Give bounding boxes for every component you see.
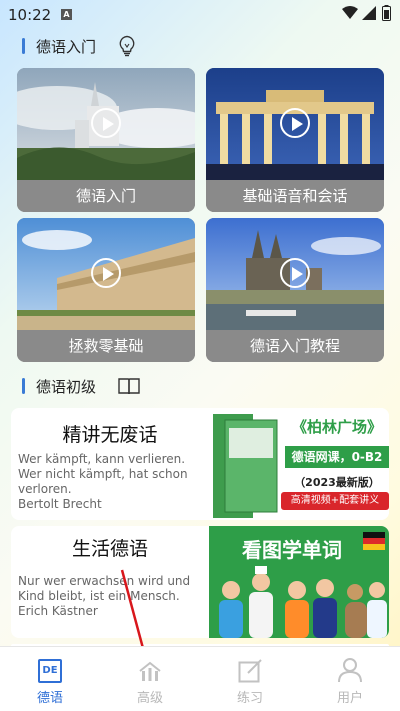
wifi-icon bbox=[342, 6, 358, 19]
battery-icon bbox=[382, 5, 391, 21]
quote-line: Nur wer erwachsen wird und bbox=[18, 574, 191, 588]
course-card-intro[interactable]: 德语入门 bbox=[17, 68, 195, 212]
nav-label: 练习 bbox=[236, 691, 263, 706]
quote-author: Bertolt Brecht bbox=[18, 497, 102, 511]
thumb-year: （2023最新版） bbox=[294, 476, 380, 489]
thumb-title: 《柏林广场》 bbox=[291, 418, 382, 436]
section-header-basic: 德语初级 bbox=[22, 376, 140, 396]
signal-icon bbox=[362, 6, 376, 20]
section-title: 德语初级 bbox=[36, 377, 97, 396]
thumb-title: 看图学单词 bbox=[242, 538, 342, 562]
section-accent-bar bbox=[22, 378, 25, 394]
characters-illustration bbox=[219, 566, 387, 638]
quote-line: verloren. bbox=[18, 482, 72, 496]
nav-item-german[interactable]: DE 德语 bbox=[0, 647, 100, 711]
course-row-daily[interactable]: 生活德语 Nur wer erwachsen wird und Kind ble… bbox=[11, 526, 389, 638]
quote-author: Erich Kästner bbox=[18, 604, 98, 618]
course-title: 生活德语 bbox=[71, 538, 148, 560]
course-card-zero-basics[interactable]: 拯救零基础 bbox=[17, 218, 195, 362]
nav-label: 用户 bbox=[336, 691, 363, 706]
bar-chart-icon bbox=[139, 661, 161, 681]
de-icon: DE bbox=[38, 659, 62, 683]
nav-label: 高级 bbox=[136, 691, 163, 706]
quote-line: Wer nicht kämpft, hat schon bbox=[18, 467, 188, 481]
course-row-precise[interactable]: 精讲无废话 Wer kämpft, kann verlieren. Wer ni… bbox=[11, 408, 389, 520]
play-icon bbox=[91, 258, 121, 288]
quote-line: Wer kämpft, kann verlieren. bbox=[18, 452, 186, 466]
play-icon bbox=[280, 258, 310, 288]
card-label: 德语入门 bbox=[17, 180, 195, 212]
card-label: 德语入门教程 bbox=[206, 330, 384, 362]
course-thumbnail-vocab: 看图学单词 bbox=[209, 526, 389, 638]
quote-line: Kind bleibt, ist ein Mensch. bbox=[18, 589, 180, 603]
course-card-tutorial[interactable]: 德语入门教程 bbox=[206, 218, 384, 362]
status-time: 10:22 bbox=[8, 6, 52, 24]
user-icon bbox=[338, 658, 362, 683]
nav-item-practice[interactable]: 练习 bbox=[200, 647, 300, 711]
section-accent-bar bbox=[22, 38, 25, 54]
course-thumbnail-berlin: 《柏林广场》 德语网课，0-B2 （2023最新版） 高清视频+配套讲义 bbox=[209, 408, 389, 520]
card-label: 拯救零基础 bbox=[17, 330, 195, 362]
course-quote: Nur wer erwachsen wird und Kind bleibt, … bbox=[18, 574, 208, 619]
nav-item-advanced[interactable]: 高级 bbox=[100, 647, 200, 711]
course-title: 精讲无废话 bbox=[62, 424, 158, 446]
section-header-intro: 德语入门 bbox=[22, 35, 136, 57]
thumb-subtitle: 德语网课，0-B2 bbox=[285, 446, 389, 468]
bottom-nav: DE 德语 高级 练习 用户 bbox=[0, 646, 400, 711]
notification-app-icon: A bbox=[61, 9, 72, 20]
lightbulb-icon bbox=[119, 35, 135, 57]
edit-icon bbox=[238, 659, 262, 683]
play-icon bbox=[91, 108, 121, 138]
status-bar: 10:22 A bbox=[0, 0, 400, 28]
thumb-tag: 高清视频+配套讲义 bbox=[281, 492, 389, 510]
german-flag-icon bbox=[363, 532, 385, 550]
section-title: 德语入门 bbox=[36, 37, 97, 56]
card-label: 基础语音和会话 bbox=[206, 180, 384, 212]
nav-item-user[interactable]: 用户 bbox=[300, 647, 400, 711]
nav-label: 德语 bbox=[36, 691, 63, 706]
play-icon bbox=[280, 108, 310, 138]
book-icon bbox=[118, 378, 140, 395]
course-quote: Wer kämpft, kann verlieren. Wer nicht kä… bbox=[18, 452, 208, 512]
course-card-phonetics[interactable]: 基础语音和会话 bbox=[206, 68, 384, 212]
